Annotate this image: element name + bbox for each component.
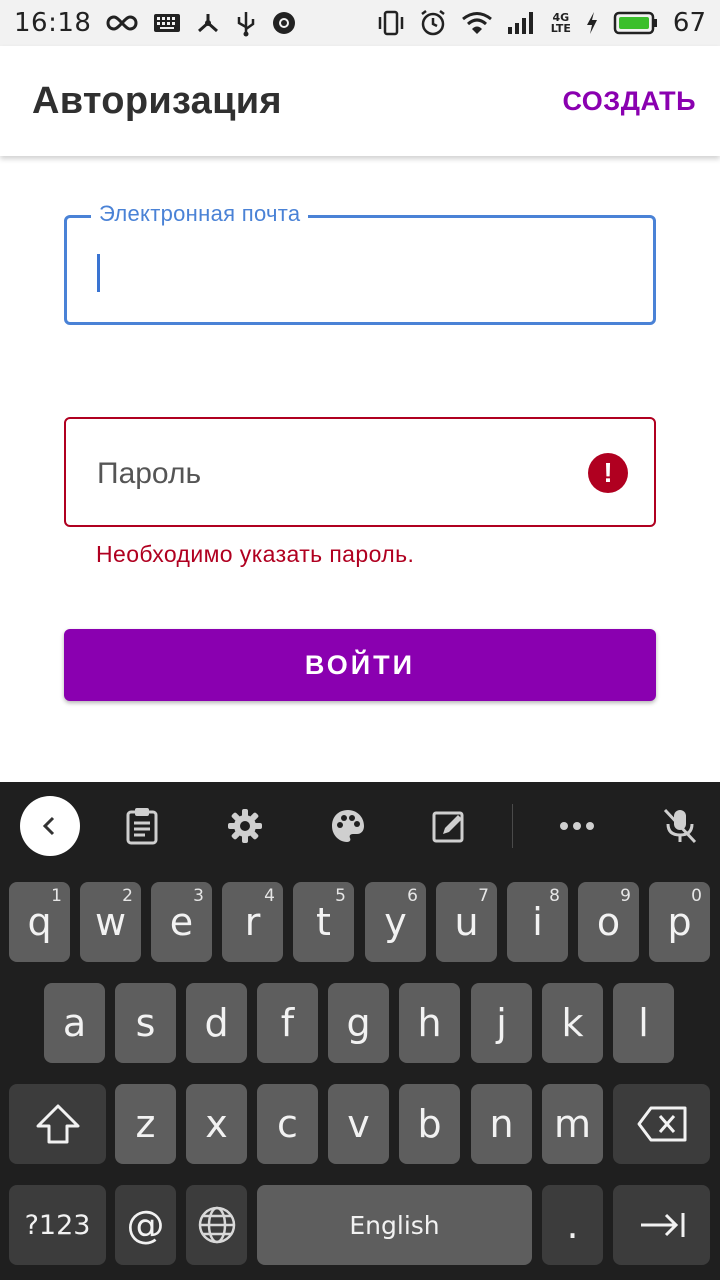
network-type: 4G LTE: [550, 11, 571, 35]
key-f[interactable]: f: [257, 983, 318, 1063]
key-e[interactable]: e3: [151, 882, 212, 962]
share-network-icon: [195, 8, 221, 38]
email-label: Электронная почта: [91, 201, 309, 227]
error-icon: !: [588, 453, 628, 493]
password-placeholder: Пароль: [97, 457, 202, 490]
key-a[interactable]: a: [44, 983, 105, 1063]
key-q[interactable]: q1: [9, 882, 70, 962]
mic-off-icon[interactable]: [660, 806, 700, 846]
key-h[interactable]: h: [399, 983, 460, 1063]
next-key[interactable]: [613, 1185, 710, 1265]
text-cursor: [97, 254, 100, 292]
key-y[interactable]: y6: [365, 882, 426, 962]
key-c[interactable]: c: [257, 1084, 318, 1164]
password-error-message: Необходимо указать пароль.: [96, 541, 415, 567]
page-title: Авторизация: [32, 79, 282, 122]
key-l[interactable]: l: [613, 983, 674, 1063]
key-u[interactable]: u7: [436, 882, 497, 962]
key-k[interactable]: k: [542, 983, 603, 1063]
key-m[interactable]: m: [542, 1084, 603, 1164]
key-j[interactable]: j: [471, 983, 532, 1063]
space-key[interactable]: English: [257, 1185, 532, 1265]
status-bar: 16:18 4G LTE 67: [0, 0, 720, 46]
key-b[interactable]: b: [399, 1084, 460, 1164]
key-z[interactable]: z: [115, 1084, 176, 1164]
language-key[interactable]: [186, 1185, 247, 1265]
shift-key[interactable]: [9, 1084, 106, 1164]
key-p[interactable]: p0: [649, 882, 710, 962]
palette-icon[interactable]: [328, 806, 368, 846]
toolbar-divider: [512, 804, 513, 848]
keyboard-toolbar: [0, 782, 720, 870]
clipboard-icon[interactable]: [122, 806, 162, 846]
next-arrow-icon: [640, 1213, 684, 1237]
key-t[interactable]: t5: [293, 882, 354, 962]
backspace-key[interactable]: [613, 1084, 710, 1164]
chrome-icon: [271, 8, 297, 38]
globe-icon: [198, 1206, 235, 1244]
key-x[interactable]: x: [186, 1084, 247, 1164]
signal-icon: [507, 8, 537, 38]
symbols-key[interactable]: ?123: [9, 1185, 106, 1265]
more-icon[interactable]: [557, 806, 597, 846]
keyboard-icon: [153, 8, 181, 38]
status-time: 16:18: [14, 8, 92, 38]
backspace-icon: [637, 1106, 686, 1142]
infinity-icon: [105, 8, 139, 38]
gear-icon[interactable]: [225, 806, 265, 846]
shift-icon: [36, 1104, 79, 1144]
key-w[interactable]: w2: [80, 882, 141, 962]
battery-icon: [613, 8, 659, 38]
back-icon[interactable]: [20, 796, 80, 856]
key-o[interactable]: o9: [578, 882, 639, 962]
key-r[interactable]: r4: [222, 882, 283, 962]
key-period[interactable]: .: [542, 1185, 603, 1265]
create-account-button[interactable]: СОЗДАТЬ: [562, 86, 696, 117]
vibrate-icon: [377, 8, 405, 38]
usb-icon: [235, 8, 257, 38]
key-g[interactable]: g: [328, 983, 389, 1063]
login-button[interactable]: ВОЙТИ: [64, 629, 656, 701]
key-n[interactable]: n: [471, 1084, 532, 1164]
key-s[interactable]: s: [115, 983, 176, 1063]
key-i[interactable]: i8: [507, 882, 568, 962]
key-d[interactable]: d: [186, 983, 247, 1063]
alarm-icon: [419, 8, 447, 38]
soft-keyboard: q1 w2 e3 r4 t5 y6 u7 i8 o9 p0 a s d f g …: [0, 782, 720, 1280]
wifi-icon: [461, 8, 493, 38]
app-bar: Авторизация СОЗДАТЬ: [0, 46, 720, 156]
password-field[interactable]: Пароль !: [64, 417, 656, 527]
battery-percent: 67: [672, 8, 706, 38]
charging-icon: [585, 8, 599, 38]
key-v[interactable]: v: [328, 1084, 389, 1164]
key-at[interactable]: @: [115, 1185, 176, 1265]
email-field[interactable]: Электронная почта: [64, 201, 656, 325]
edit-mode-icon[interactable]: [429, 806, 469, 846]
